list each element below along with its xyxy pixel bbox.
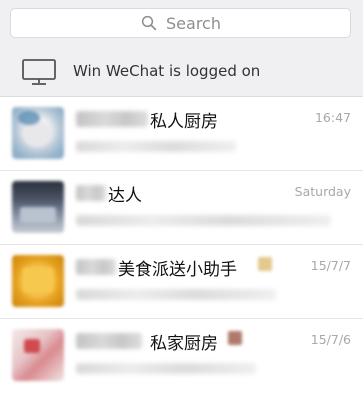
chat-name: 达人 (108, 186, 142, 206)
avatar (12, 181, 64, 233)
search-bar-area: Search (0, 0, 363, 45)
chat-time: Saturday (294, 184, 351, 199)
emoji-icon (228, 331, 242, 345)
avatar (12, 107, 64, 159)
chat-name: 私人厨房 (150, 112, 218, 132)
chat-name: 美食派送小助手 (118, 260, 237, 280)
avatar (12, 329, 64, 381)
chat-time: 15/7/6 (310, 332, 351, 347)
chat-name-obscured (76, 111, 148, 127)
emoji-icon (258, 257, 272, 271)
chat-row[interactable]: 达人 Saturday (0, 171, 363, 245)
chat-name-obscured (76, 333, 142, 349)
chat-preview-obscured (76, 289, 276, 300)
chat-preview-obscured (76, 215, 331, 226)
chat-time: 16:47 (314, 110, 351, 125)
chat-time: 15/7/7 (310, 258, 351, 273)
chat-row[interactable]: 私家厨房 15/7/6 (0, 319, 363, 393)
search-input[interactable]: Search (10, 8, 351, 38)
search-icon (141, 15, 157, 31)
login-banner-text: Win WeChat is logged on (73, 62, 261, 80)
chat-preview-obscured (76, 141, 236, 152)
chat-preview-obscured (76, 363, 256, 374)
chat-row[interactable]: 私人厨房 16:47 (0, 97, 363, 171)
chat-list: 私人厨房 16:47 达人 Saturday 美食派送小助手 15/7/7 私家… (0, 97, 363, 393)
search-label: Search (166, 13, 221, 33)
avatar (12, 255, 64, 307)
chat-name-obscured (76, 259, 116, 275)
monitor-icon (22, 59, 56, 85)
chat-name: 私家厨房 (150, 334, 218, 354)
chat-name-obscured (76, 185, 106, 201)
chat-row[interactable]: 美食派送小助手 15/7/7 (0, 245, 363, 319)
desktop-login-banner[interactable]: Win WeChat is logged on (0, 45, 363, 97)
